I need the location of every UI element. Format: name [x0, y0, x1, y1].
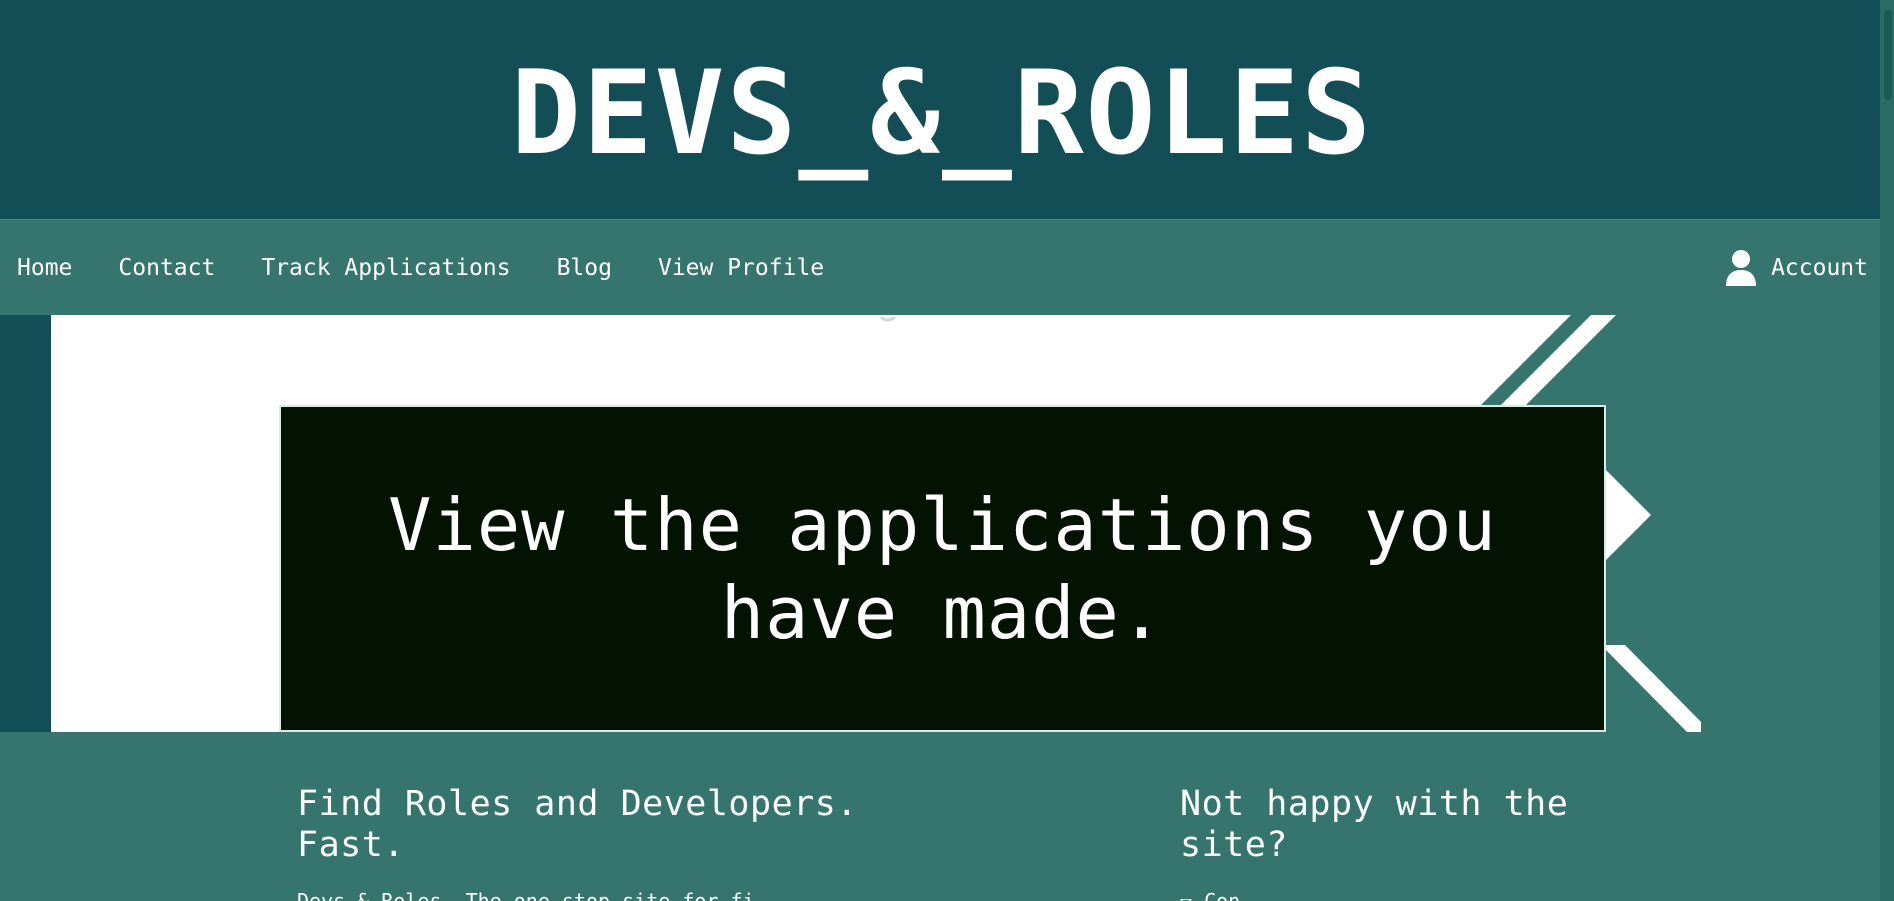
nav-links: Home Contact Track Applications Blog Vie… [17, 220, 870, 316]
nav-link-track-applications[interactable]: Track Applications [261, 255, 510, 281]
footer-about: Find Roles and Developers. Fast. Devs & … [297, 784, 937, 901]
hero-left-strip [0, 315, 51, 732]
footer: Find Roles and Developers. Fast. Devs & … [0, 732, 1894, 901]
nav-link-blog[interactable]: Blog [557, 255, 612, 281]
scrollbar-thumb[interactable] [1884, 10, 1892, 100]
site-header: DEVS_&_ROLES [0, 0, 1894, 219]
nav-link-contact[interactable]: Contact [118, 255, 215, 281]
user-icon [1725, 249, 1757, 287]
footer-feedback: Not happy with the site? ✉ Con… [1180, 784, 1620, 901]
nav-link-home[interactable]: Home [17, 255, 72, 281]
nav-link-view-profile[interactable]: View Profile [658, 255, 824, 281]
scrollbar[interactable] [1880, 0, 1894, 901]
footer-about-text: Devs & Roles. The one-stop site for fi… [297, 889, 767, 901]
hero-banner: View the applications you have made. [279, 405, 1606, 732]
footer-feedback-heading: Not happy with the site? [1180, 784, 1569, 865]
navbar: Home Contact Track Applications Blog Vie… [0, 219, 1894, 315]
page: DEVS_&_ROLES Home Contact Track Applicat… [0, 0, 1894, 901]
site-title[interactable]: DEVS_&_ROLES [511, 55, 1373, 172]
account-link[interactable]: Account [1725, 220, 1868, 316]
account-label: Account [1771, 255, 1868, 281]
footer-about-heading: Find Roles and Developers. Fast. [297, 784, 858, 865]
hero-text: View the applications you have made. [388, 482, 1497, 655]
footer-contact-link[interactable]: ✉ Con… [1180, 888, 1620, 901]
